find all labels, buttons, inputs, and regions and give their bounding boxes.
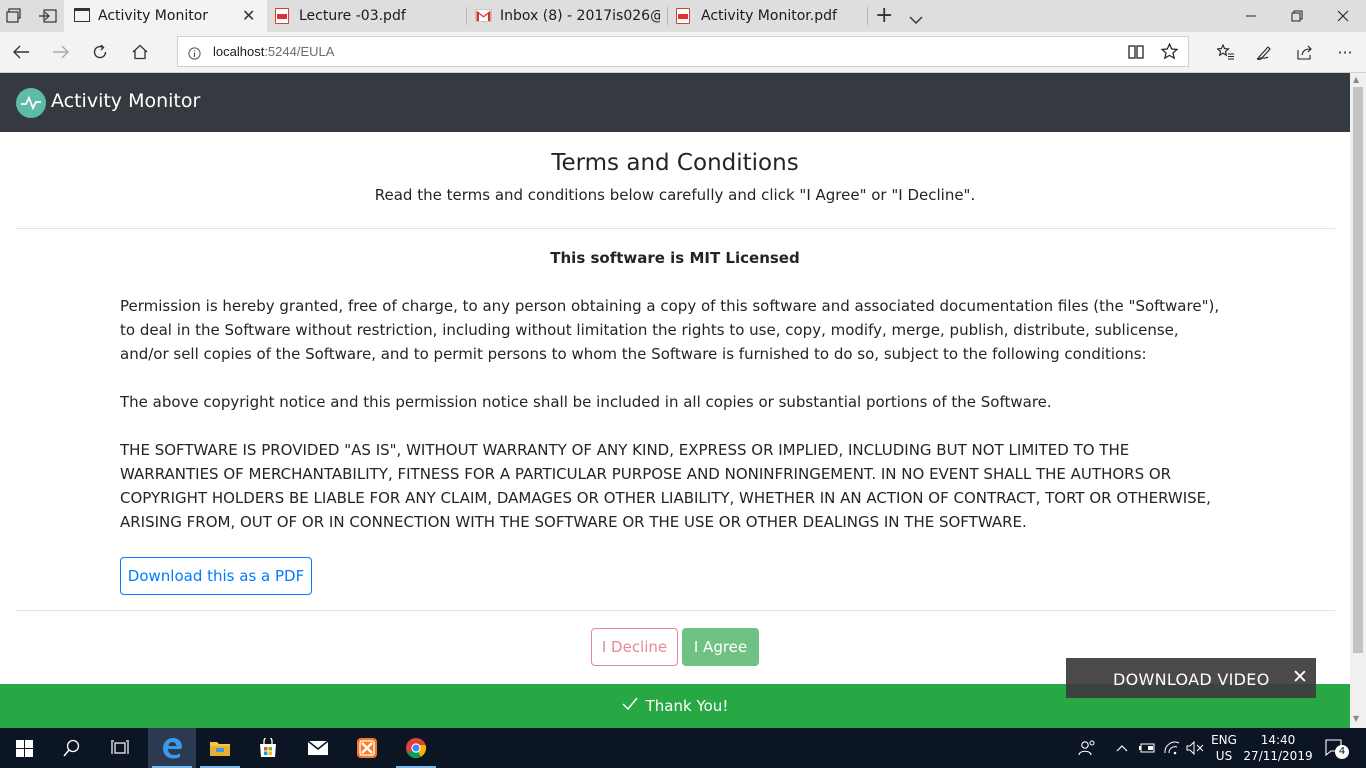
app-navbar: Activity Monitor [0, 73, 1350, 132]
tab-activity-monitor-pdf[interactable]: Activity Monitor.pdf [668, 0, 867, 32]
language-code: ENG [1211, 733, 1237, 747]
home-button[interactable] [123, 36, 157, 68]
close-icon[interactable]: ✕ [1292, 666, 1308, 688]
tab-strip: Activity Monitor ✕ Lecture -03.pdf Inbox… [0, 0, 1366, 32]
download-video-overlay: DOWNLOAD VIDEO ✕ [1066, 658, 1316, 698]
file-explorer-icon[interactable] [196, 728, 244, 768]
restore-button[interactable] [1274, 0, 1320, 32]
refresh-button[interactable] [83, 36, 117, 68]
url-path: :5244/EULA [264, 44, 335, 59]
license-paragraph: THE SOFTWARE IS PROVIDED "AS IS", WITHOU… [120, 441, 1211, 531]
tab-inbox[interactable]: Inbox (8) - 2017is026@stu.u [467, 0, 667, 32]
scroll-down-arrow[interactable]: ▼ [1353, 714, 1359, 723]
close-window-button[interactable] [1320, 0, 1366, 32]
chevron-up-icon[interactable] [1112, 728, 1132, 768]
battery-icon[interactable] [1136, 728, 1158, 768]
chevron-down-icon[interactable] [908, 10, 924, 29]
license-heading: This software is MIT Licensed [550, 249, 800, 267]
tab-title: Inbox (8) - 2017is026@stu.u [500, 8, 660, 24]
volume-muted-icon[interactable] [1184, 728, 1206, 768]
notification-count-badge: 4 [1335, 745, 1349, 759]
reading-view-icon[interactable] [1128, 44, 1144, 64]
pdf-icon [676, 8, 690, 24]
url-text: localhost:5244/EULA [213, 44, 334, 59]
thank-you-text: Thank You! [645, 697, 729, 715]
clock-date: 27/11/2019 [1243, 749, 1313, 763]
eula-page: Terms and Conditions Read the terms and … [0, 132, 1350, 684]
mail-icon[interactable] [294, 728, 342, 768]
search-icon[interactable] [48, 728, 96, 768]
more-icon[interactable]: ··· [1328, 36, 1362, 68]
gmail-icon [475, 9, 492, 26]
action-center-icon[interactable]: 4 [1320, 728, 1350, 768]
url-host: localhost [213, 44, 265, 59]
clock[interactable]: 14:40 27/11/2019 [1243, 728, 1313, 768]
start-button[interactable] [0, 728, 48, 768]
windows-taskbar: ENG US 14:40 27/11/2019 4 [0, 728, 1366, 768]
app-title[interactable]: Activity Monitor [51, 90, 200, 112]
activity-logo-icon[interactable] [16, 88, 46, 118]
back-button[interactable] [4, 36, 38, 68]
tab-divider [867, 7, 868, 25]
wifi-icon[interactable] [1160, 728, 1184, 768]
tab-manager-icon[interactable] [6, 8, 24, 24]
new-tab-button[interactable]: + [875, 3, 893, 28]
close-tab-icon[interactable]: ✕ [242, 6, 255, 25]
favorite-star-icon[interactable] [1160, 42, 1179, 64]
divider [15, 610, 1335, 611]
edge-taskbar-icon[interactable] [148, 728, 196, 768]
divider [15, 228, 1335, 229]
language-indicator[interactable]: ENG US [1208, 728, 1240, 768]
license-paragraph: Permission is hereby granted, free of ch… [120, 297, 1220, 363]
store-icon[interactable] [244, 728, 292, 768]
set-tabs-aside-icon[interactable] [38, 8, 58, 24]
page-scrollbar[interactable]: ▲ ▼ [1350, 73, 1366, 728]
download-pdf-button[interactable]: Download this as a PDF [120, 557, 312, 595]
decline-button[interactable]: I Decline [591, 628, 678, 666]
license-paragraph: The above copyright notice and this perm… [120, 393, 1052, 411]
pen-icon[interactable] [1248, 36, 1282, 68]
tab-activity-monitor[interactable]: Activity Monitor ✕ [64, 0, 267, 32]
xampp-icon[interactable] [343, 728, 391, 768]
people-icon[interactable] [1075, 728, 1099, 768]
checkmark-icon [622, 697, 638, 715]
minimize-button[interactable] [1228, 0, 1274, 32]
scroll-up-arrow[interactable]: ▲ [1353, 75, 1359, 84]
tab-title: Activity Monitor [98, 8, 209, 24]
page-subtitle: Read the terms and conditions below care… [374, 186, 976, 204]
keyboard-layout: US [1215, 749, 1233, 763]
task-view-icon[interactable] [96, 728, 144, 768]
share-icon[interactable] [1288, 36, 1322, 68]
tab-title: Activity Monitor.pdf [701, 8, 837, 24]
pdf-icon [275, 8, 289, 24]
info-icon[interactable] [188, 45, 201, 64]
scroll-thumb[interactable] [1353, 87, 1363, 653]
clock-time: 14:40 [1260, 733, 1296, 747]
chrome-icon[interactable] [392, 728, 440, 768]
download-video-button[interactable]: DOWNLOAD VIDEO [1113, 670, 1270, 689]
tab-title: Lecture -03.pdf [299, 8, 406, 24]
address-bar[interactable]: localhost:5244/EULA [177, 36, 1189, 67]
tab-lecture-pdf[interactable]: Lecture -03.pdf [267, 0, 466, 32]
browser-toolbar: localhost:5244/EULA ··· [0, 32, 1366, 73]
page-title: Terms and Conditions [551, 150, 799, 176]
agree-button[interactable]: I Agree [682, 628, 759, 666]
favorites-hub-icon[interactable] [1209, 36, 1243, 68]
forward-button[interactable] [44, 36, 78, 68]
page-icon [74, 8, 90, 22]
